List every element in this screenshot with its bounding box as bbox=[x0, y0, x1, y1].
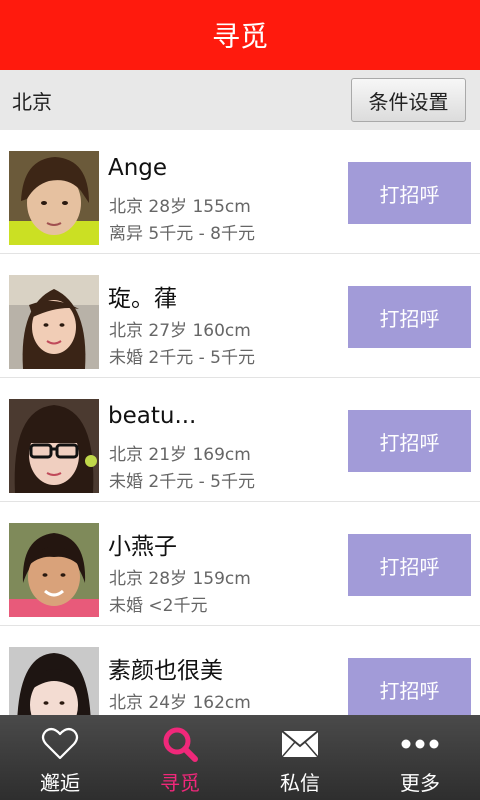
more-icon bbox=[400, 727, 440, 761]
heart-icon bbox=[41, 727, 79, 761]
avatar[interactable] bbox=[9, 275, 99, 369]
filter-bar: 北京 条件设置 bbox=[0, 70, 480, 130]
greet-button[interactable]: 打招呼 bbox=[348, 286, 471, 348]
profile-name: 琁。葎 bbox=[108, 286, 177, 312]
greet-button[interactable]: 打招呼 bbox=[348, 534, 471, 596]
profile-row[interactable]: 小燕子 北京 28岁 159cm 未婚 <2千元 打招呼 bbox=[0, 502, 480, 626]
profile-basic-info: 北京 21岁 169cm bbox=[109, 445, 251, 465]
profile-basic-info: 北京 27岁 160cm bbox=[109, 321, 251, 341]
app-header: 寻觅 bbox=[0, 0, 480, 70]
tab-label: 私信 bbox=[280, 771, 320, 795]
profile-row[interactable]: beatu... 北京 21岁 169cm 未婚 2千元 - 5千元 打招呼 bbox=[0, 378, 480, 502]
profile-name: Ange bbox=[108, 155, 168, 181]
profile-status-income: 未婚 2千元 - 5千元 bbox=[109, 472, 255, 492]
profile-basic-info: 北京 24岁 162cm bbox=[109, 693, 251, 713]
profile-status-income: 未婚 <2千元 bbox=[109, 596, 208, 616]
mail-icon bbox=[281, 727, 319, 761]
profile-basic-info: 北京 28岁 155cm bbox=[109, 197, 251, 217]
tab-label: 更多 bbox=[400, 771, 440, 795]
tab-encounter[interactable]: 邂逅 bbox=[0, 715, 120, 800]
tab-label: 邂逅 bbox=[40, 771, 80, 795]
page-title: 寻觅 bbox=[211, 20, 268, 53]
profile-name: beatu... bbox=[108, 403, 197, 429]
avatar[interactable] bbox=[9, 151, 99, 245]
profile-name: 小燕子 bbox=[108, 534, 177, 560]
profile-row[interactable]: 素颜也很美 北京 24岁 162cm 打招呼 bbox=[0, 626, 480, 715]
avatar[interactable] bbox=[9, 647, 99, 715]
avatar[interactable] bbox=[9, 399, 99, 493]
bottom-tab-bar: 邂逅 寻觅 私信 更多 bbox=[0, 715, 480, 800]
greet-button[interactable]: 打招呼 bbox=[348, 658, 471, 715]
greet-button[interactable]: 打招呼 bbox=[348, 410, 471, 472]
tab-more[interactable]: 更多 bbox=[360, 715, 480, 800]
avatar[interactable] bbox=[9, 523, 99, 617]
city-label[interactable]: 北京 bbox=[12, 86, 52, 115]
greet-button[interactable]: 打招呼 bbox=[348, 162, 471, 224]
profile-status-income: 离异 5千元 - 8千元 bbox=[109, 224, 255, 244]
profile-name: 素颜也很美 bbox=[108, 658, 223, 684]
filter-settings-button[interactable]: 条件设置 bbox=[351, 78, 466, 122]
profile-status-income: 未婚 2千元 - 5千元 bbox=[109, 348, 255, 368]
tab-search[interactable]: 寻觅 bbox=[120, 715, 240, 800]
tab-messages[interactable]: 私信 bbox=[240, 715, 360, 800]
profile-row[interactable]: 琁。葎 北京 27岁 160cm 未婚 2千元 - 5千元 打招呼 bbox=[0, 254, 480, 378]
tab-label: 寻觅 bbox=[160, 771, 200, 795]
profile-list[interactable]: Ange 北京 28岁 155cm 离异 5千元 - 8千元 打招呼 琁。葎 北… bbox=[0, 130, 480, 715]
profile-basic-info: 北京 28岁 159cm bbox=[109, 569, 251, 589]
profile-row[interactable]: Ange 北京 28岁 155cm 离异 5千元 - 8千元 打招呼 bbox=[0, 130, 480, 254]
search-icon bbox=[162, 727, 198, 762]
